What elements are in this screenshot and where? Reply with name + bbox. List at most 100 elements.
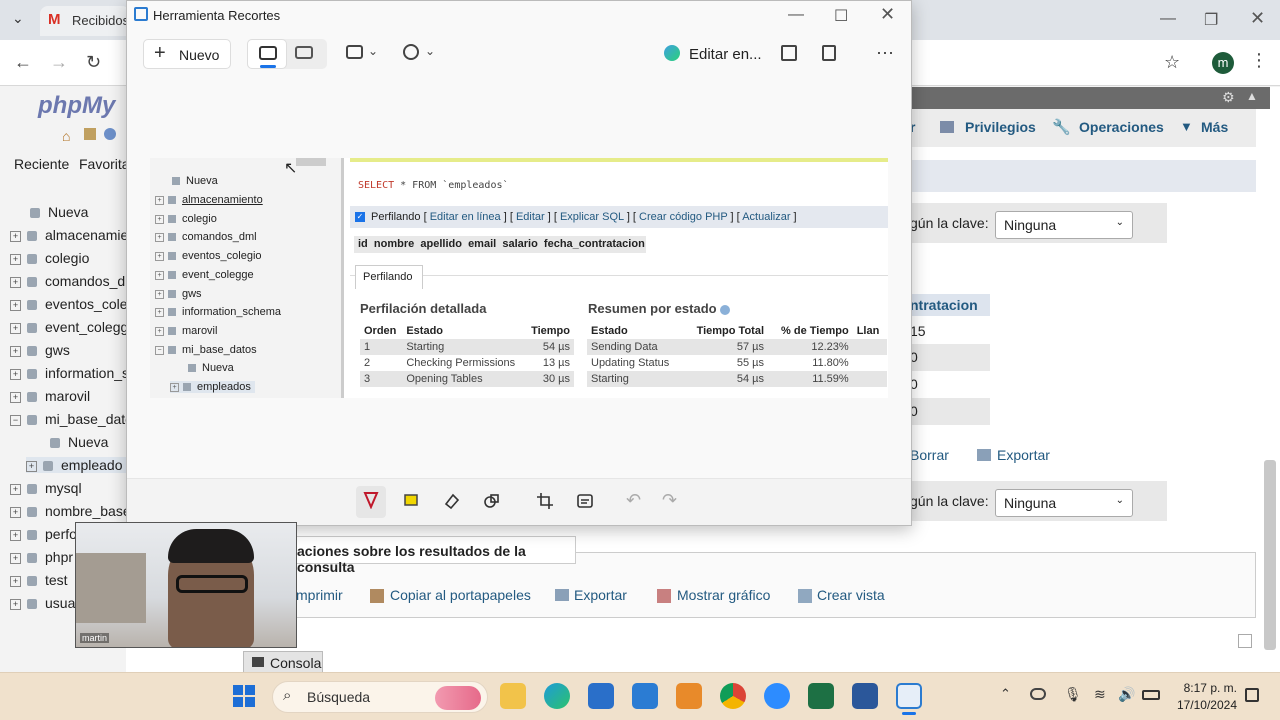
new-snip-button[interactable]: + Nuevo	[143, 39, 231, 69]
expand-icon[interactable]: +	[10, 276, 21, 288]
tab-privileges[interactable]: Privilegios	[965, 119, 1036, 135]
maximize-icon[interactable]: ☐	[834, 6, 848, 26]
copy-icon[interactable]	[822, 45, 836, 61]
notes-icon[interactable]	[1238, 634, 1252, 648]
zoom-icon[interactable]	[764, 683, 790, 709]
scrollbar-thumb[interactable]	[1264, 460, 1276, 650]
highlighter-icon[interactable]	[403, 492, 419, 510]
wifi-icon[interactable]: ≋	[1094, 686, 1106, 703]
bookmark-star-icon[interactable]: ☆	[1164, 52, 1180, 73]
expand-icon[interactable]: +	[10, 506, 21, 518]
timer-off-icon[interactable]	[403, 44, 419, 60]
tree-item[interactable]: + nombre_base	[10, 503, 131, 519]
screenshot-mode-button[interactable]	[247, 39, 287, 69]
chevron-down-icon[interactable]: ⌄	[425, 44, 435, 58]
undo-icon[interactable]: ↶	[626, 490, 641, 511]
kebab-menu-icon[interactable]: ⋮	[1250, 50, 1268, 71]
tree-item[interactable]: + event_colegg	[10, 319, 128, 335]
minimize-icon[interactable]: —	[788, 6, 804, 24]
crop-icon[interactable]	[536, 492, 554, 510]
cloud-icon[interactable]	[1030, 688, 1046, 700]
expand-icon[interactable]: +	[10, 299, 21, 311]
volume-icon[interactable]: 🔊	[1118, 686, 1135, 703]
clock-time[interactable]: 8:17 p. m.	[1183, 681, 1237, 695]
windows-start-icon[interactable]	[232, 684, 256, 708]
tree-item[interactable]: + gws	[10, 342, 70, 358]
home-icon[interactable]: ⌂	[62, 128, 70, 144]
settings-gear-icon[interactable]: ⚙	[1222, 89, 1235, 106]
delete-link[interactable]: Borrar	[910, 447, 949, 463]
tree-item[interactable]: Nueva	[50, 434, 108, 450]
battery-icon[interactable]	[1142, 690, 1160, 700]
close-icon[interactable]: ✕	[880, 4, 895, 25]
xampp-icon[interactable]	[676, 683, 702, 709]
key-select[interactable]: Ninguna ⌄	[995, 211, 1133, 239]
back-icon[interactable]: ←	[14, 52, 32, 73]
tab-operations[interactable]: Operaciones	[1079, 119, 1164, 135]
expand-icon[interactable]: +	[10, 575, 21, 587]
taskbar-search[interactable]: ⌕ Búsqueda	[272, 681, 488, 713]
eraser-icon[interactable]	[443, 492, 461, 510]
browser-tab[interactable]: M Recibidos	[40, 6, 130, 36]
edit-in-button[interactable]: Editar en...	[689, 46, 762, 63]
reload-icon[interactable]: ↻	[86, 52, 101, 73]
snipping-tool-taskbar-icon[interactable]	[896, 683, 922, 709]
console-button[interactable]: Consola	[243, 651, 323, 673]
expand-icon[interactable]: +	[10, 368, 21, 380]
notifications-icon[interactable]	[1245, 688, 1259, 702]
tree-item[interactable]: + comandos_dr	[10, 273, 130, 289]
tray-chevron-up-icon[interactable]: ⌃	[1000, 686, 1011, 702]
close-icon[interactable]: ✕	[1250, 8, 1265, 29]
chevron-down-icon[interactable]: ⌄	[368, 44, 378, 58]
tree-item[interactable]: + usua	[10, 595, 75, 611]
save-icon[interactable]	[781, 45, 797, 61]
tree-item[interactable]: + almacenamie	[10, 227, 128, 243]
expand-icon[interactable]: +	[26, 460, 37, 472]
store-icon[interactable]	[588, 683, 614, 709]
expand-icon[interactable]: +	[10, 483, 21, 495]
tree-item[interactable]: + information_s	[10, 365, 129, 381]
collapse-icon[interactable]: −	[10, 414, 21, 426]
chrome-icon[interactable]	[720, 683, 746, 709]
scroll-up-icon[interactable]: ▲	[1246, 89, 1258, 103]
snip-shape-icon[interactable]	[346, 45, 363, 59]
excel-icon[interactable]	[808, 683, 834, 709]
restore-icon[interactable]: ❐	[1204, 10, 1218, 30]
forward-icon[interactable]: →	[50, 52, 68, 73]
text-actions-icon[interactable]	[576, 492, 594, 510]
redo-icon[interactable]: ↷	[662, 490, 677, 511]
key-select[interactable]: Ninguna ⌄	[995, 489, 1133, 517]
expand-icon[interactable]: +	[10, 230, 21, 242]
video-camera-icon[interactable]	[295, 46, 313, 59]
column-header[interactable]: ntratacion	[910, 294, 990, 316]
tree-item[interactable]: Nueva	[30, 204, 88, 220]
tree-item[interactable]: − mi_base_dato	[10, 411, 133, 427]
tree-item[interactable]: + mysql	[10, 480, 82, 496]
show-chart-link[interactable]: Mostrar gráfico	[677, 587, 770, 603]
tab-list-chevron-icon[interactable]: ⌄	[12, 10, 24, 27]
expand-icon[interactable]: +	[10, 253, 21, 265]
export-results-link[interactable]: Exportar	[574, 587, 627, 603]
tab-favorites[interactable]: Favorita	[79, 156, 130, 172]
tree-item[interactable]: + test	[10, 572, 68, 588]
expand-icon[interactable]: +	[10, 391, 21, 403]
create-view-link[interactable]: Crear vista	[817, 587, 885, 603]
clock-date[interactable]: 17/10/2024	[1171, 698, 1237, 712]
profile-avatar[interactable]: m	[1212, 52, 1234, 74]
help-icon[interactable]	[104, 128, 116, 140]
logout-icon[interactable]	[84, 128, 96, 140]
pen-tool[interactable]	[356, 486, 386, 518]
tab-recent[interactable]: Reciente	[14, 156, 69, 172]
word-icon[interactable]	[852, 683, 878, 709]
expand-icon[interactable]: +	[10, 529, 21, 541]
tree-item[interactable]: + perfo	[10, 526, 77, 542]
tree-item[interactable]: + empleado	[26, 457, 127, 473]
tree-item[interactable]: + marovil	[10, 388, 90, 404]
copy-clipboard-link[interactable]: Copiar al portapapeles	[390, 587, 531, 603]
tree-item[interactable]: + phpr	[10, 549, 73, 565]
file-explorer-icon[interactable]	[500, 683, 526, 709]
more-options-icon[interactable]: ···	[876, 42, 894, 63]
tree-item[interactable]: + eventos_cole	[10, 296, 128, 312]
microphone-icon[interactable]: 🎙	[1064, 686, 1082, 703]
expand-icon[interactable]: +	[10, 345, 21, 357]
